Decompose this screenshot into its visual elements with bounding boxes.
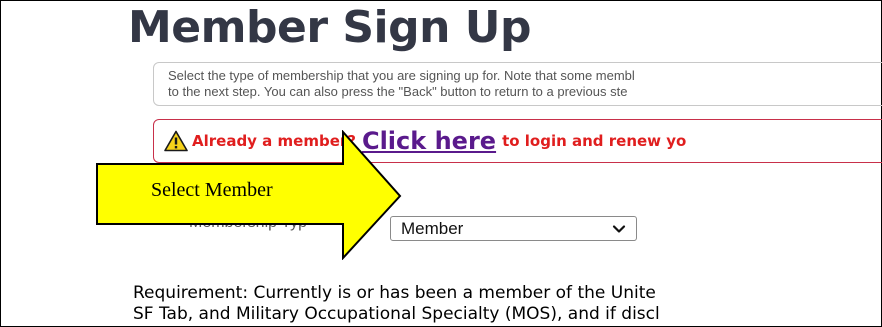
membership-type-select[interactable]: Member	[390, 216, 637, 241]
chevron-down-icon	[612, 224, 626, 233]
requirement-text: Requirement: Currently is or has been a …	[133, 283, 882, 325]
requirement-line-1: Requirement: Currently is or has been a …	[133, 283, 656, 303]
page-title: Member Sign Up	[128, 2, 531, 53]
instructions-line-2: to the next step. You can also press the…	[168, 84, 628, 99]
instructions-box: Select the type of membership that you a…	[153, 62, 882, 106]
membership-type-value: Member	[401, 218, 464, 238]
callout-label: Select Member	[151, 179, 273, 201]
instructions-line-1: Select the type of membership that you a…	[168, 68, 635, 83]
alert-text-after: to login and renew yo	[502, 132, 687, 150]
requirement-line-2: SF Tab, and Military Occupational Specia…	[133, 304, 660, 324]
